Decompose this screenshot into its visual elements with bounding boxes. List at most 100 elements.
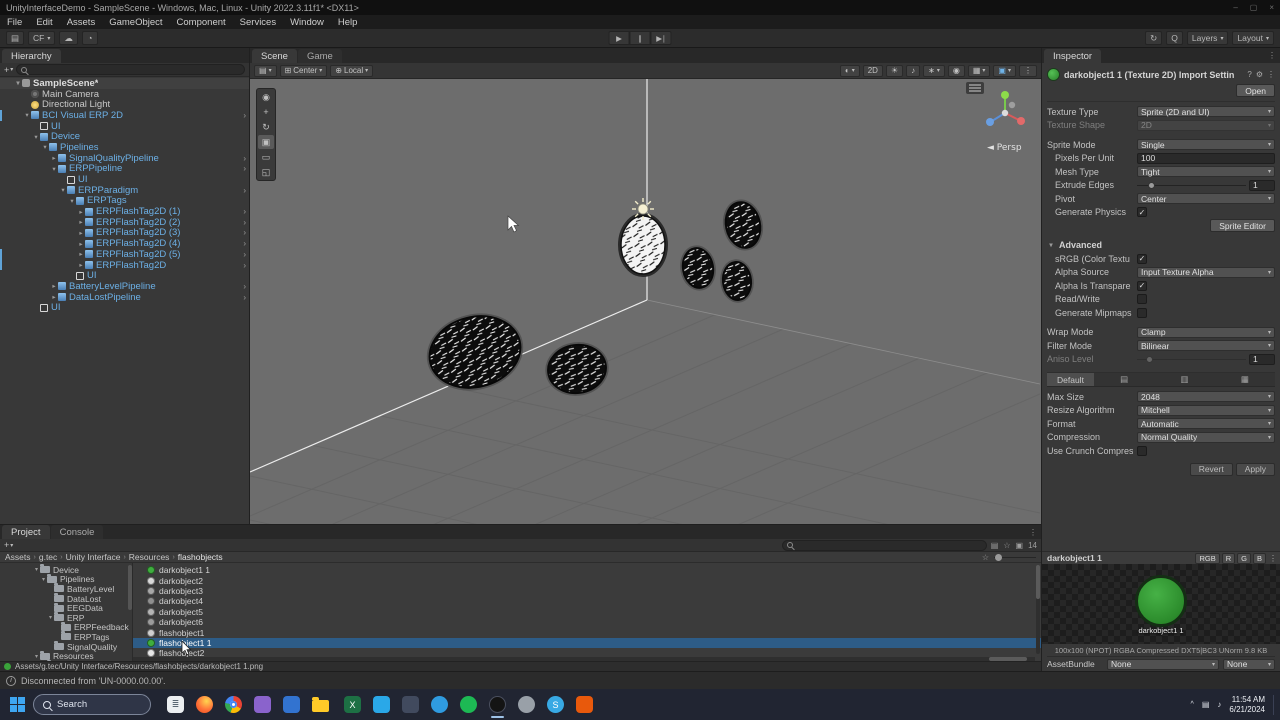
prefab-open-chevron-icon[interactable]: › [243, 239, 246, 248]
project-folder-item[interactable]: ▾ Device [0, 564, 132, 575]
filter-mode-dropdown[interactable]: Bilinear ▾ [1137, 340, 1275, 352]
scene-audio-toggle[interactable]: ♪ [906, 64, 921, 77]
step-button[interactable]: ▶∣ [650, 31, 672, 45]
scene-more-button[interactable]: ⋮ [1019, 64, 1037, 77]
breadcrumb-item[interactable]: flashobjects [178, 552, 223, 562]
hierarchy-item[interactable]: UI [0, 174, 249, 185]
project-folder-item[interactable]: ERPTags [0, 631, 132, 642]
favorite-icon[interactable]: ☆ [982, 553, 989, 562]
pivot-mode-dropdown[interactable]: ⊞ Center ▾ [279, 64, 328, 77]
revert-button[interactable]: Revert [1189, 462, 1233, 476]
compression-dropdown[interactable]: Normal Quality ▾ [1137, 431, 1275, 443]
prefab-open-chevron-icon[interactable]: › [243, 228, 246, 237]
file-list-hscrollbar[interactable] [133, 657, 1035, 661]
pivot-dropdown[interactable]: Center ▾ [1137, 193, 1275, 205]
draw-mode-dropdown[interactable]: ◐ ▾ [839, 64, 860, 77]
menu-component[interactable]: Component [170, 15, 233, 29]
scene-viewport[interactable]: ◉ + ↻ ▣ ▭ ◱ ◄ Persp [250, 79, 1041, 524]
history-button[interactable]: ◔ [81, 31, 98, 45]
taskbar-app-notepad[interactable]: ≣ [167, 696, 184, 713]
prefab-open-chevron-icon[interactable]: › [243, 250, 246, 259]
add-gameobject-button[interactable]: + ▾ [4, 65, 13, 75]
generate-physics-checkbox[interactable]: ✓ [1137, 207, 1147, 218]
platform-webgl-tab[interactable]: ▦ [1215, 373, 1275, 386]
expand-arrow-icon[interactable]: ▾ [32, 133, 40, 141]
layers-dropdown[interactable]: Layers ▾ [1186, 31, 1229, 45]
channel-r-button[interactable]: R [1221, 552, 1236, 564]
prefab-open-chevron-icon[interactable]: › [243, 207, 246, 216]
project-folder-item[interactable]: ▾ Resources [0, 650, 132, 661]
expand-arrow-icon[interactable]: ▾ [40, 576, 47, 583]
channel-g-button[interactable]: G [1237, 552, 1251, 564]
sprite-mode-dropdown[interactable]: Single ▾ [1137, 139, 1275, 151]
search-by-type-icon[interactable]: ▤ [991, 541, 999, 550]
slider-knob[interactable] [1147, 181, 1155, 189]
taskbar-app-firefox[interactable] [196, 696, 213, 713]
file-item[interactable]: darkobject5 [133, 607, 1041, 617]
slider-knob[interactable] [995, 553, 1002, 561]
channel-b-button[interactable]: B [1252, 552, 1266, 564]
grid-visibility-dropdown[interactable]: ▦ ▾ [967, 64, 991, 77]
hierarchy-item[interactable]: ▾ ERPTags [0, 195, 249, 206]
taskbar-app-unity-hub[interactable] [576, 696, 593, 713]
scene-lighting-toggle[interactable]: ☀ [885, 64, 904, 77]
platform-standalone-tab[interactable]: ▤ [1094, 373, 1154, 386]
menu-window[interactable]: Window [283, 15, 331, 29]
hierarchy-item[interactable]: ▸ ERPFlashTag2D › [0, 260, 249, 271]
project-folder-item[interactable]: BatteryLevel [0, 583, 132, 594]
platform-dedicated-server-tab[interactable]: ▥ [1154, 373, 1214, 386]
taskbar-app-python-ide[interactable] [283, 696, 300, 713]
hierarchy-item[interactable]: ▾ ERPPipeline › [0, 163, 249, 174]
scale-tool[interactable]: ▣ [258, 135, 274, 149]
menu-assets[interactable]: Assets [60, 15, 103, 29]
platform-default-tab[interactable]: Default [1047, 373, 1094, 386]
expand-arrow-icon[interactable]: ▾ [14, 79, 22, 87]
volume-icon[interactable]: ♪ [1217, 700, 1221, 709]
assetbundle-variant-dropdown[interactable]: None ▾ [1223, 658, 1275, 670]
project-folder-item[interactable]: ERPFeedback [0, 621, 132, 632]
expand-arrow-icon[interactable]: ▾ [33, 653, 40, 660]
breadcrumb-item[interactable]: Unity Interface [66, 552, 121, 562]
tab-project[interactable]: Project [2, 525, 50, 539]
expand-arrow-icon[interactable]: ▾ [50, 165, 58, 173]
kebab-icon[interactable]: ⋮ [1268, 51, 1276, 60]
hierarchy-item[interactable]: ▸ ERPFlashTag2D (2) › [0, 217, 249, 228]
menu-edit[interactable]: Edit [29, 15, 59, 29]
advanced-foldout[interactable]: ▾ Advanced [1047, 239, 1275, 253]
open-button[interactable]: Open [1236, 84, 1275, 97]
taskbar-search-input[interactable]: Search [33, 694, 151, 715]
breadcrumb-item[interactable]: g.tec [39, 552, 57, 562]
file-list-scrollbar[interactable] [1036, 565, 1040, 654]
hierarchy-search-input[interactable] [16, 64, 245, 75]
presets-icon[interactable]: ⚙ [1256, 70, 1263, 79]
tree-scrollbar[interactable] [128, 565, 132, 621]
apply-button[interactable]: Apply [1235, 462, 1275, 476]
project-folder-item[interactable]: ▾ ERP [0, 612, 132, 623]
aniso-level-value[interactable]: 1 [1249, 353, 1275, 365]
alpha-source-dropdown[interactable]: Input Texture Alpha ▾ [1137, 266, 1275, 278]
tab-inspector[interactable]: Inspector [1044, 49, 1102, 63]
taskbar-app-chrome[interactable] [225, 696, 242, 713]
hierarchy-item[interactable]: ▸ SignalQualityPipeline › [0, 153, 249, 164]
expand-arrow-icon[interactable]: ▸ [77, 261, 85, 269]
hierarchy-item[interactable]: UI [0, 302, 249, 313]
thumbnail-size-slider[interactable] [994, 553, 1036, 561]
resize-algorithm-dropdown[interactable]: Mitchell ▾ [1137, 404, 1275, 416]
taskbar-app-excel[interactable]: X [344, 696, 361, 713]
taskbar-clock[interactable]: 11:54 AM 6/21/2024 [1229, 695, 1265, 714]
hierarchy-item[interactable]: ▸ ERPFlashTag2D (5) › [0, 249, 249, 260]
alpha-is-transpare-checkbox[interactable]: ✓ [1137, 280, 1147, 291]
scene-effects-dropdown[interactable]: ∗ ▾ [923, 64, 945, 77]
hierarchy-item[interactable]: Directional Light [0, 99, 249, 110]
extrude-edges-value[interactable]: 1 [1249, 179, 1275, 191]
hierarchy-item[interactable]: ▸ ERPFlashTag2D (3) › [0, 227, 249, 238]
taskbar-app-spotify[interactable] [460, 696, 477, 713]
play-button[interactable]: ▶ [608, 31, 630, 45]
scene-visibility-toggle[interactable]: ◉ [947, 64, 965, 77]
read-write-checkbox[interactable] [1137, 294, 1147, 305]
prefab-open-chevron-icon[interactable]: › [243, 186, 246, 195]
breadcrumb-item[interactable]: Assets [5, 552, 31, 562]
title-bar[interactable]: UnityInterfaceDemo - SampleScene - Windo… [0, 0, 1280, 15]
taskbar-app-camera-app[interactable] [518, 696, 535, 713]
menu-help[interactable]: Help [331, 15, 365, 29]
